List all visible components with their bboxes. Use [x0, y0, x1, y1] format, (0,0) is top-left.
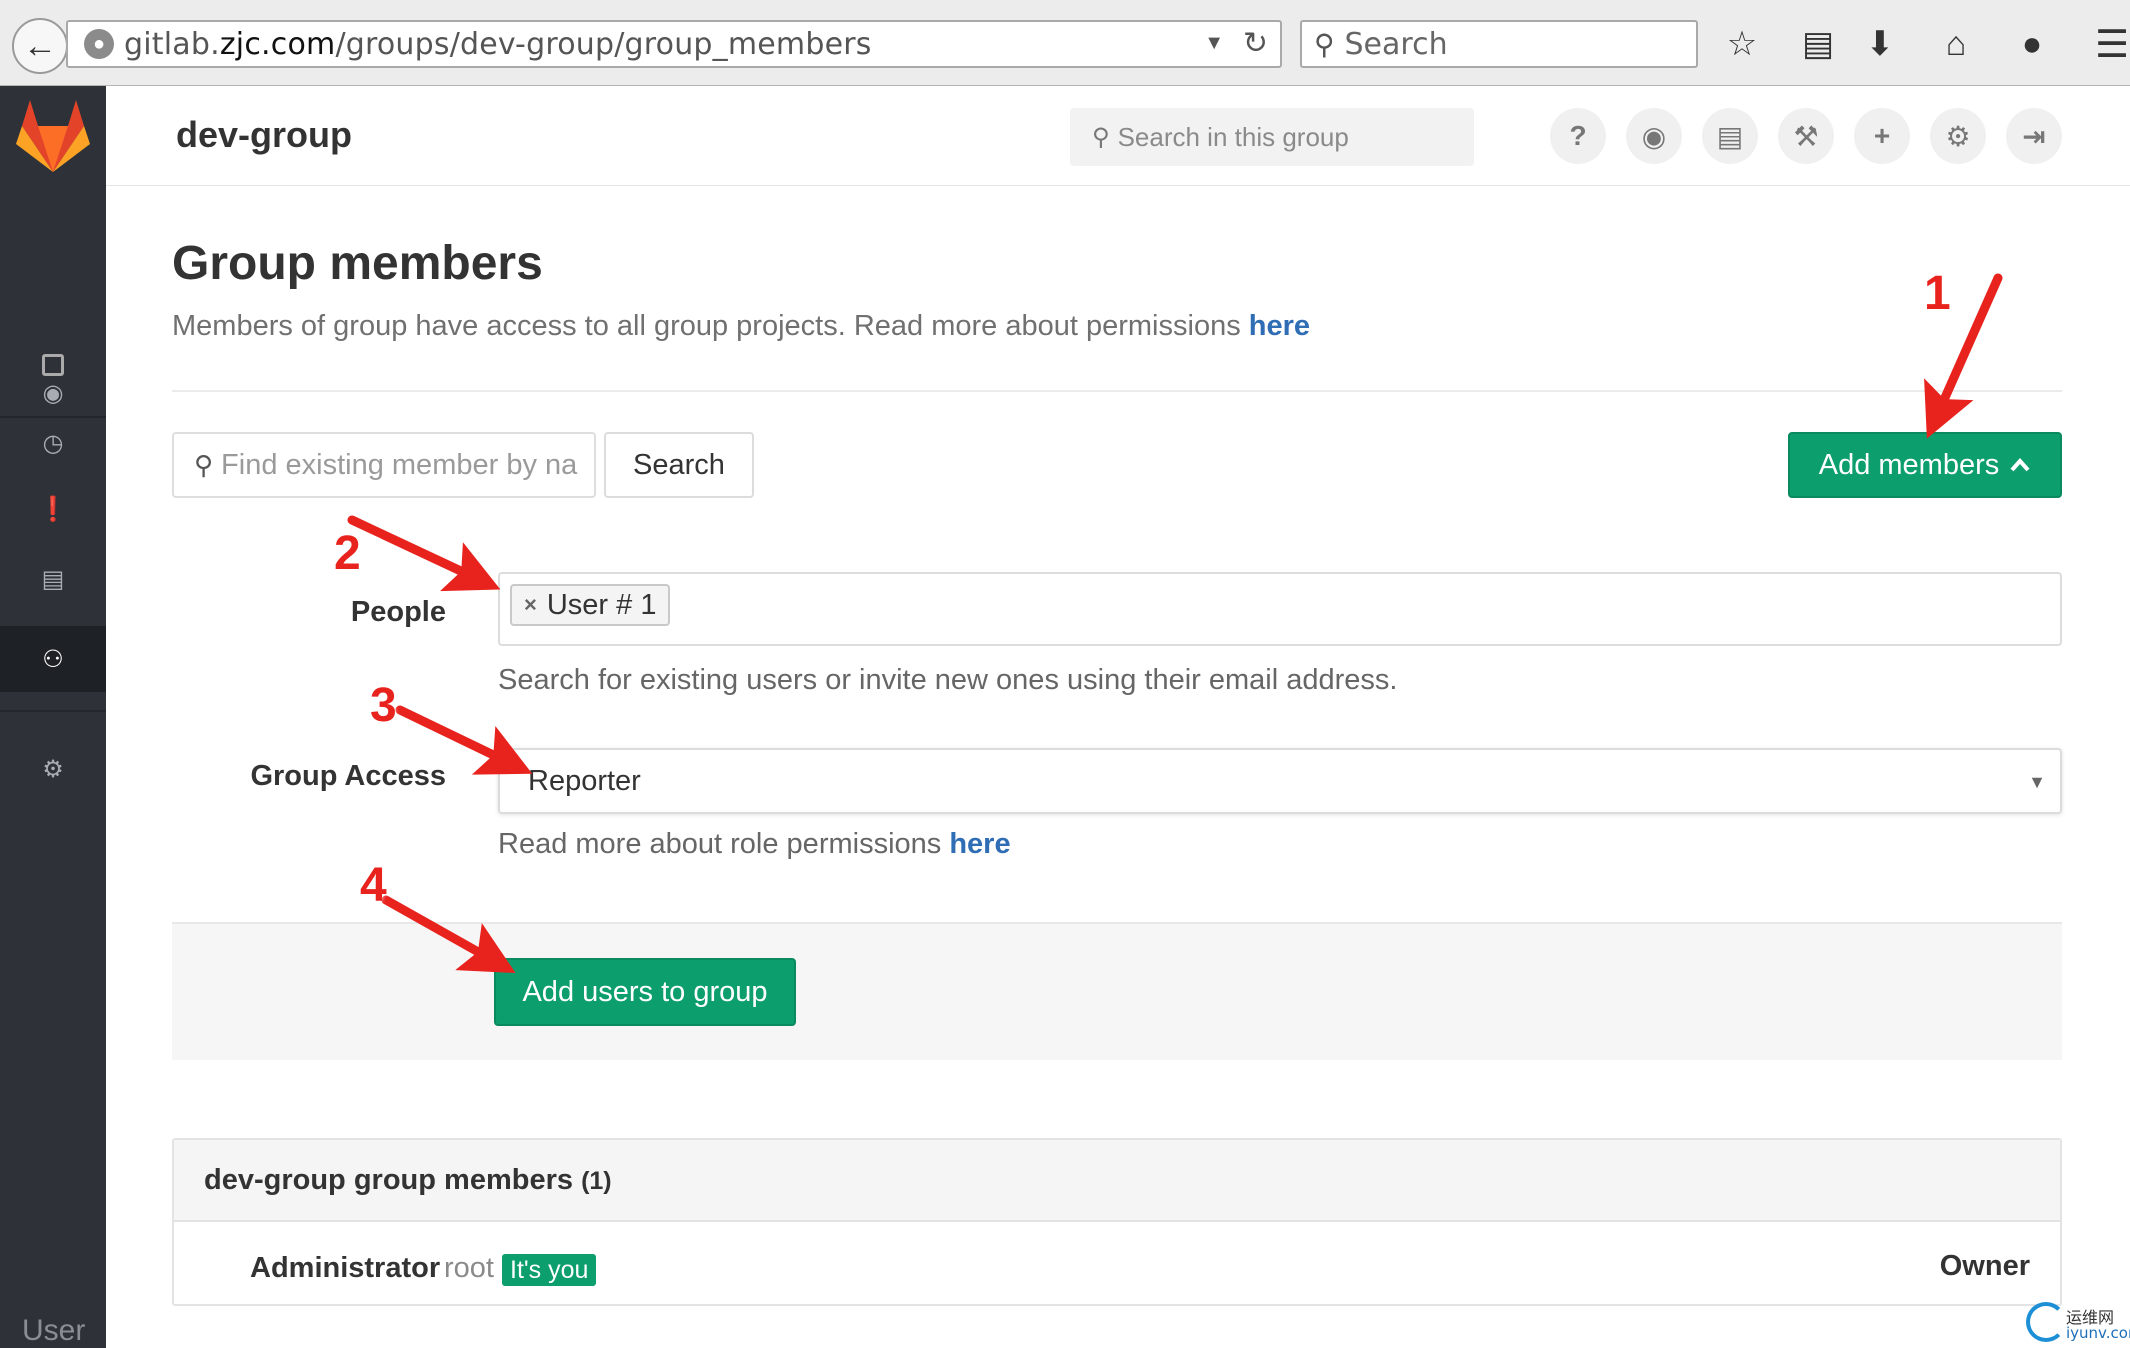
back-icon[interactable]: ←	[12, 18, 68, 74]
member-name[interactable]: Administrator	[250, 1252, 440, 1285]
help-icon[interactable]: ?	[1550, 108, 1606, 164]
annotation-3: 3	[370, 679, 397, 732]
members-icon: ⚇	[42, 645, 64, 673]
find-member-placeholder: Find existing member by na	[221, 448, 578, 481]
page-description: Members of group have access to all grou…	[172, 310, 1311, 342]
download-icon[interactable]: ⬇	[1858, 22, 1902, 66]
gitlab-header: dev-group ⚲ Search in this group ? ◉ ▤ ⚒…	[106, 86, 2130, 186]
sidebar-item-members[interactable]: ⚇	[0, 626, 106, 692]
group-title[interactable]: dev-group	[176, 114, 352, 156]
sidebar-item-issues[interactable]: ❗	[0, 476, 106, 542]
search-button[interactable]: Search	[604, 432, 754, 498]
add-members-label: Add members	[1818, 448, 2000, 481]
members-heading: dev-group group members (1)	[204, 1164, 612, 1196]
group-access-value: Reporter	[528, 764, 641, 797]
sidebar-item-merge-requests[interactable]: ▤	[0, 546, 106, 612]
reading-list-icon[interactable]: ▤	[1796, 22, 1840, 66]
browser-search-field[interactable]: ⚲ Search	[1300, 20, 1698, 68]
group-search-placeholder: Search in this group	[1117, 121, 1349, 152]
members-count: (1)	[581, 1167, 612, 1195]
new-project-icon[interactable]: +	[1854, 108, 1910, 164]
gitlab-logo-icon	[16, 100, 90, 172]
annotation-4: 4	[360, 859, 387, 912]
merge-requests-icon: ▤	[41, 565, 65, 593]
group-search-input[interactable]: ⚲ Search in this group	[1070, 108, 1474, 166]
annotation-1: 1	[1924, 267, 1951, 320]
reload-icon[interactable]: ↻	[1243, 26, 1268, 61]
star-icon[interactable]: ☆	[1720, 22, 1764, 66]
home-icon[interactable]: ⌂	[1934, 22, 1978, 66]
browser-toolbar: ← ● gitlab.zjc.com/groups/dev-group/grou…	[0, 0, 2130, 86]
people-label: People	[350, 596, 446, 628]
people-select[interactable]: × User # 1	[498, 572, 2062, 646]
sidebar-user-label[interactable]: User	[22, 1314, 85, 1348]
people-token-label: User # 1	[546, 588, 657, 621]
watermark-line2: iyunv.com	[2066, 1324, 2130, 1342]
its-you-badge: It's you	[502, 1254, 597, 1286]
chevron-down-icon: ▼	[2028, 772, 2046, 792]
member-row: Administrator root It's you Owner	[174, 1224, 2060, 1306]
form-actions: Add users to group	[172, 922, 2062, 1060]
milestones-icon: ◷	[42, 429, 64, 457]
page-title: Group members	[172, 237, 543, 290]
group-access-select[interactable]: Reporter ▼	[498, 748, 2062, 814]
activity-icon: ◉	[42, 379, 64, 407]
menu-icon[interactable]: ☰	[2090, 22, 2130, 66]
globe-icon: ●	[84, 29, 114, 59]
issues-icon: ❗	[38, 495, 68, 523]
url-bar[interactable]: ● gitlab.zjc.com/groups/dev-group/group_…	[66, 20, 1282, 68]
access-help-text: Read more about role permissions here	[498, 828, 1011, 860]
add-members-button[interactable]: Add members	[1788, 432, 2062, 498]
browser-search-placeholder: Search	[1344, 26, 1448, 62]
sidebar-item-milestones[interactable]: ◷	[0, 410, 106, 476]
watermark-ring-icon	[2026, 1302, 2066, 1342]
settings-icon[interactable]: ⚙	[1930, 108, 1986, 164]
sidebar-divider	[0, 710, 106, 712]
search-icon: ⚲	[194, 449, 214, 480]
search-icon: ⚲	[1092, 123, 1110, 151]
divider	[172, 390, 2062, 392]
url-dropdown-icon[interactable]: ▼	[1204, 32, 1224, 55]
chat-icon[interactable]: ●	[2010, 22, 2054, 66]
group-access-label: Group Access	[250, 760, 446, 792]
watermark-logo: 运维网 iyunv.com	[2026, 1298, 2130, 1342]
members-panel-header: dev-group group members (1)	[174, 1140, 2060, 1222]
sidebar-item-settings[interactable]: ⚙	[0, 736, 106, 802]
search-icon: ⚲	[1314, 28, 1335, 60]
admin-icon[interactable]: ⚒	[1778, 108, 1834, 164]
sign-out-icon[interactable]: ⇥	[2006, 108, 2062, 164]
find-member-input[interactable]: ⚲ Find existing member by na	[172, 432, 596, 498]
sidebar: ◉ ◷ ❗ ▤ ⚇ ⚙ User	[0, 86, 106, 1348]
snippets-icon[interactable]: ▤	[1702, 108, 1758, 164]
member-username: root	[444, 1252, 494, 1284]
people-token[interactable]: × User # 1	[510, 584, 671, 626]
arrow-3	[395, 705, 533, 775]
gitlab-logo[interactable]	[0, 86, 106, 186]
people-help-text: Search for existing users or invite new …	[498, 664, 1398, 696]
add-users-to-group-button[interactable]: Add users to group	[494, 958, 796, 1026]
members-panel: dev-group group members (1) Administrato…	[172, 1138, 2062, 1306]
arrow-2	[347, 515, 501, 592]
settings-icon: ⚙	[42, 755, 64, 783]
chevron-up-icon	[2010, 457, 2030, 472]
permissions-link[interactable]: here	[1249, 310, 1310, 342]
member-role: Owner	[1939, 1250, 2030, 1282]
role-permissions-link[interactable]: here	[949, 828, 1010, 860]
annotation-2: 2	[334, 527, 361, 580]
explore-icon[interactable]: ◉	[1626, 108, 1682, 164]
url-text: gitlab.zjc.com/groups/dev-group/group_me…	[124, 26, 872, 62]
remove-token-icon[interactable]: ×	[524, 592, 537, 618]
